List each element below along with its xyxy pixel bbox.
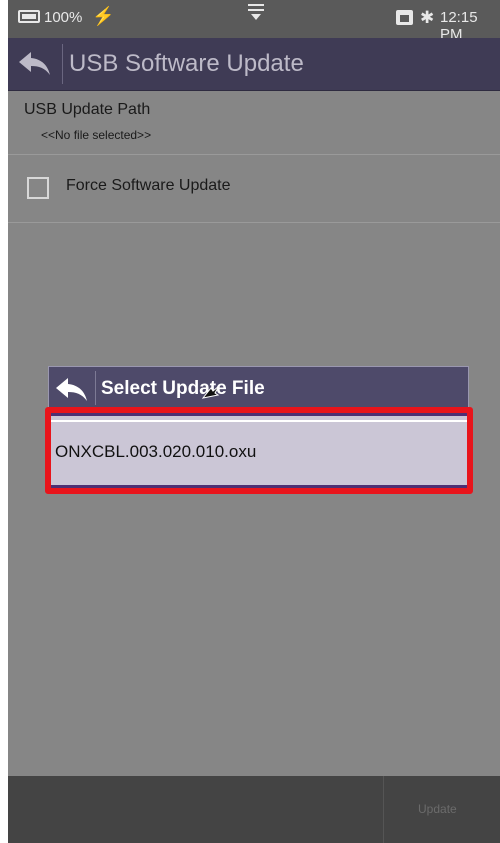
back-button[interactable]	[8, 38, 60, 90]
usb-path-value[interactable]: <<No file selected>>	[41, 128, 151, 142]
app-header: USB Software Update	[8, 38, 500, 91]
highlight-annotation	[45, 407, 473, 494]
bottom-divider	[383, 776, 384, 843]
update-button[interactable]: Update	[418, 802, 457, 816]
usb-connected-icon	[248, 4, 264, 22]
divider	[8, 154, 500, 155]
dialog-header-divider	[95, 371, 96, 405]
ethernet-icon	[396, 10, 413, 25]
force-update-checkbox[interactable]	[27, 177, 49, 199]
back-arrow-icon	[19, 52, 50, 75]
header-divider	[62, 44, 63, 84]
dialog-header: Select Update File	[48, 366, 469, 410]
charging-icon: ⚡	[92, 6, 115, 26]
page-title: USB Software Update	[69, 50, 304, 77]
bottom-action-bar: Update	[8, 776, 500, 843]
usb-path-label: USB Update Path	[24, 101, 151, 118]
battery-icon	[18, 10, 40, 23]
back-arrow-icon	[56, 378, 87, 401]
dialog-back-button[interactable]	[49, 367, 93, 411]
force-update-label[interactable]: Force Software Update	[66, 177, 231, 195]
mouse-cursor-icon	[202, 385, 220, 399]
battery-percent: 100%	[44, 9, 83, 26]
bluetooth-icon: ✱	[420, 8, 435, 27]
divider	[8, 222, 500, 223]
dialog-title: Select Update File	[101, 378, 265, 399]
status-bar: 100% ⚡ ✱ 12:15 PM	[8, 0, 500, 43]
